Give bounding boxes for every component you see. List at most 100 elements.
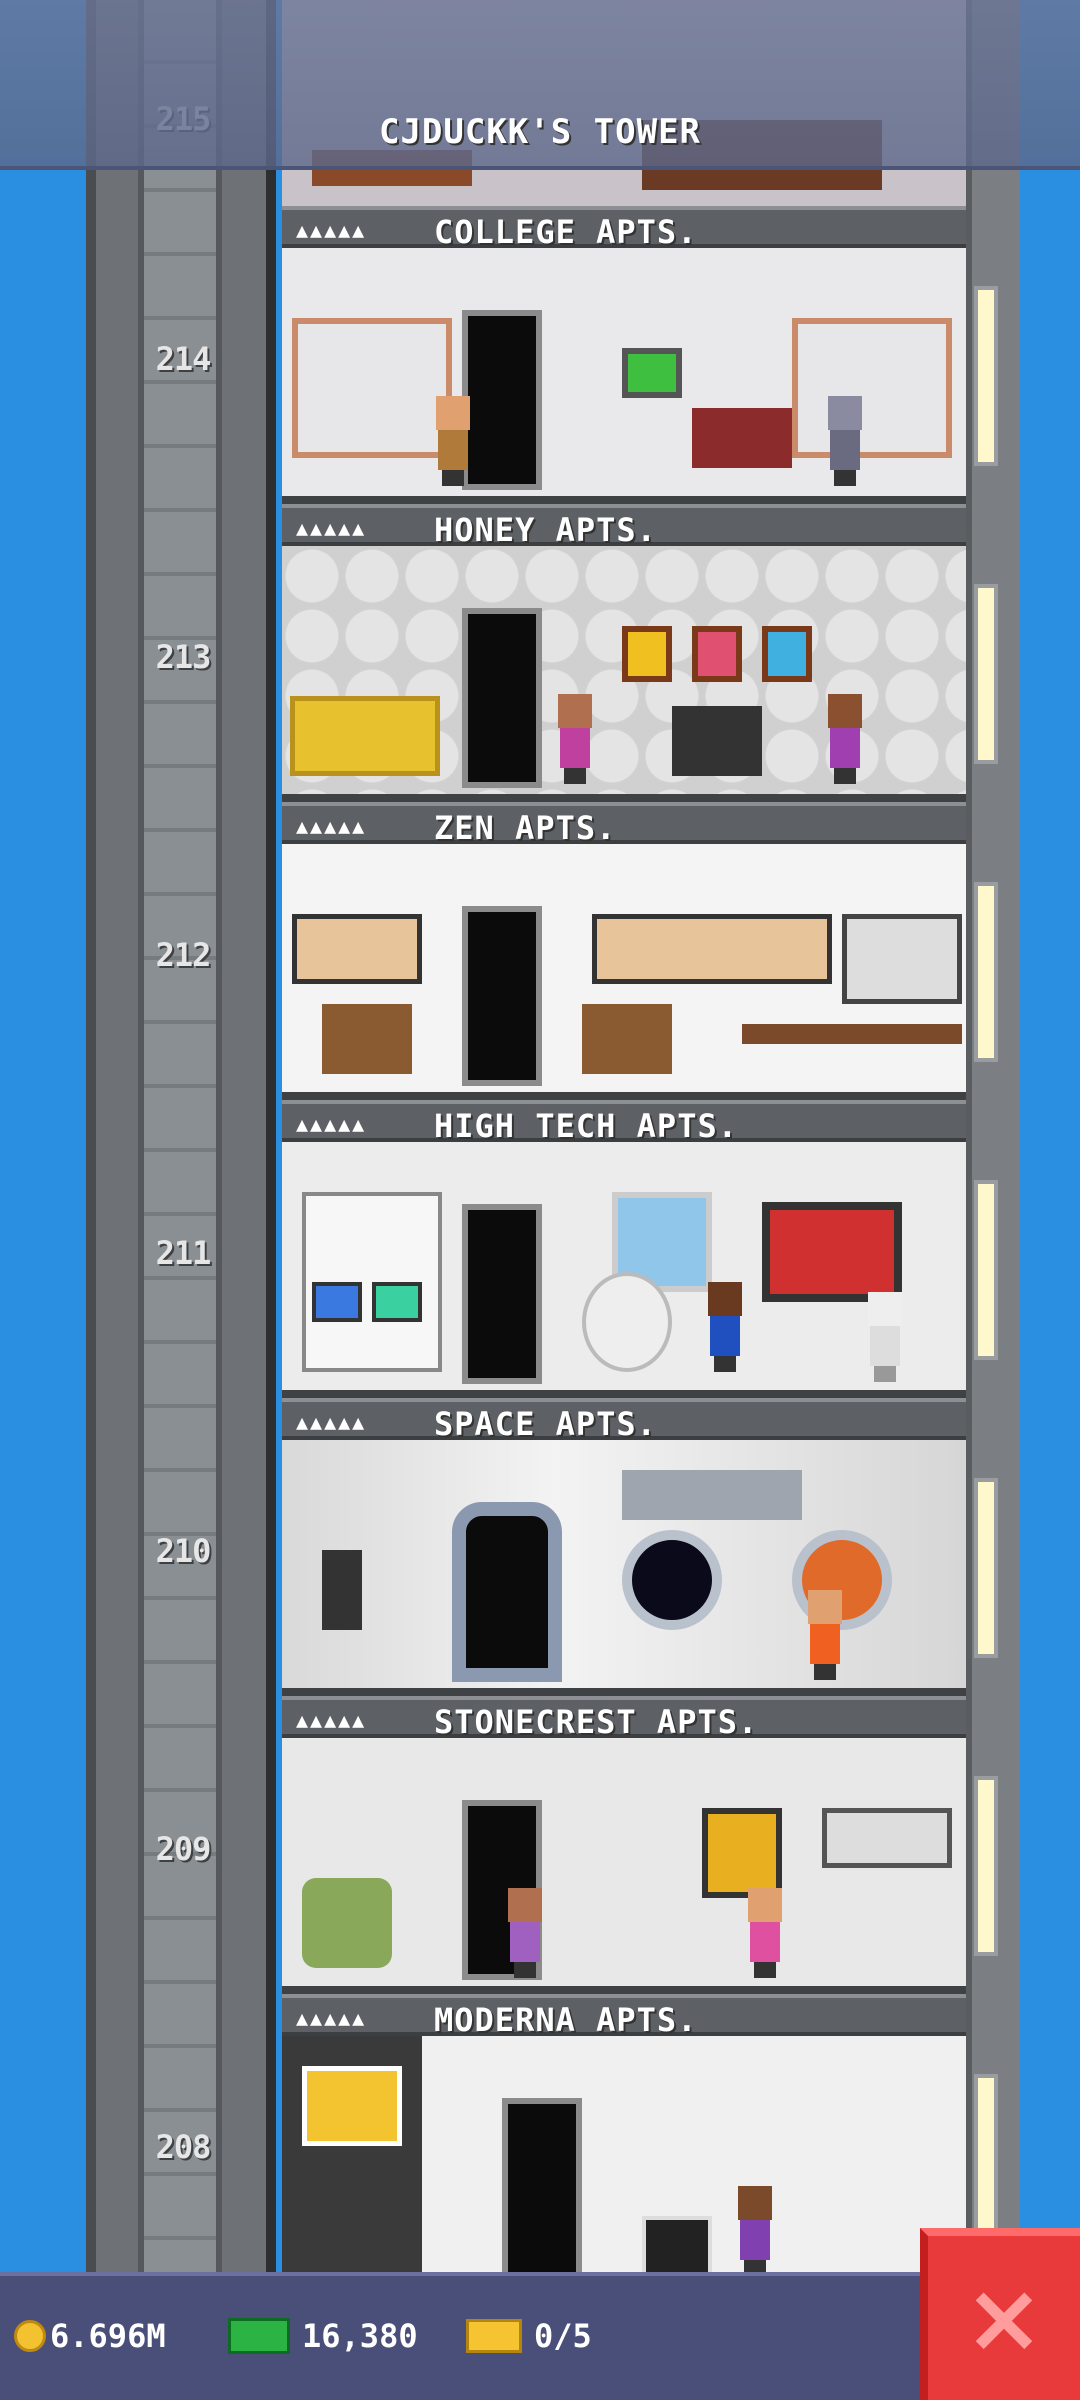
- bux-icon: [228, 2318, 290, 2354]
- floor-213[interactable]: ▲▲▲▲▲ HONEY APTS. 213: [86, 504, 1020, 802]
- floor-label-bar: ▲▲▲▲▲ SPACE APTS.: [282, 1398, 966, 1443]
- floor-window-light: [974, 286, 998, 466]
- floor-209[interactable]: ▲▲▲▲▲ STONECREST APTS. 209: [86, 1696, 1020, 1994]
- room-zen[interactable]: [282, 844, 966, 1100]
- occupants-indicator: ▲▲▲▲▲: [296, 2006, 367, 2030]
- floor-number: 209: [155, 1830, 212, 1868]
- floor-name: SPACE APTS.: [434, 1405, 657, 1443]
- control-panel: [322, 1550, 362, 1630]
- coin-icon: [14, 2320, 46, 2352]
- tower: 215 ▲▲▲▲▲ COLLEGE APTS. 214 ▲▲▲▲▲ HONEY …: [86, 0, 1020, 2284]
- porthole: [622, 1530, 722, 1630]
- floor-window-light: [974, 1776, 998, 1956]
- floor-window-light: [974, 882, 998, 1062]
- floor-number: 214: [155, 340, 212, 378]
- bux-value: 16,380: [302, 2317, 418, 2355]
- egg-chair: [582, 1272, 672, 1372]
- floor-number: 212: [155, 936, 212, 974]
- occupants-indicator: ▲▲▲▲▲: [296, 814, 367, 838]
- bux-stat[interactable]: 16,380: [228, 2316, 418, 2356]
- bitizen[interactable]: [552, 694, 598, 784]
- paper-window: [592, 914, 832, 984]
- picture-frame: [762, 626, 812, 682]
- paper-window: [292, 914, 422, 984]
- floor-label-bar: ▲▲▲▲▲ STONECREST APTS.: [282, 1696, 966, 1741]
- close-button[interactable]: ×: [920, 2228, 1080, 2400]
- room-high-tech[interactable]: [282, 1142, 966, 1398]
- floor-number: 213: [155, 638, 212, 676]
- apartment-door[interactable]: [462, 1204, 542, 1384]
- bunk-bed: [792, 318, 952, 458]
- floor-214[interactable]: ▲▲▲▲▲ COLLEGE APTS. 214: [86, 206, 1020, 504]
- big-screen: [762, 1202, 902, 1302]
- floor-label-bar: ▲▲▲▲▲ ZEN APTS.: [282, 802, 966, 847]
- coins-stat[interactable]: 6.696M: [14, 2316, 166, 2356]
- low-cabinet: [322, 1004, 412, 1074]
- room-space[interactable]: [282, 1440, 966, 1696]
- floor-212[interactable]: ▲▲▲▲▲ ZEN APTS. 212: [86, 802, 1020, 1100]
- bitizen[interactable]: [802, 1590, 848, 1680]
- occupants-indicator: ▲▲▲▲▲: [296, 1112, 367, 1136]
- wall-panel: [622, 1470, 802, 1520]
- floor-name: HIGH TECH APTS.: [434, 1107, 738, 1145]
- floor-211[interactable]: ▲▲▲▲▲ HIGH TECH APTS. 211: [86, 1100, 1020, 1398]
- bitizen[interactable]: [822, 396, 868, 486]
- mondrian-art: [302, 2066, 402, 2146]
- room-stonecrest[interactable]: [282, 1738, 966, 1994]
- floor-label-bar: ▲▲▲▲▲ COLLEGE APTS.: [282, 206, 966, 251]
- tv: [622, 348, 682, 398]
- coins-value: 6.696M: [50, 2317, 166, 2355]
- low-table: [742, 1024, 962, 1044]
- bitizen[interactable]: [822, 694, 868, 784]
- floor-label-bar: ▲▲▲▲▲ HIGH TECH APTS.: [282, 1100, 966, 1145]
- floor-label-bar: ▲▲▲▲▲ MODERNA APTS.: [282, 1994, 966, 2039]
- floor-name: STONECREST APTS.: [434, 1703, 759, 1741]
- apartment-door[interactable]: [462, 608, 542, 788]
- floor-name: HONEY APTS.: [434, 511, 657, 549]
- close-icon: ×: [963, 2262, 1045, 2374]
- floor-window-light: [974, 1180, 998, 1360]
- robot[interactable]: [862, 1292, 908, 1382]
- cabinet: [842, 914, 962, 1004]
- bitizen[interactable]: [742, 1888, 788, 1978]
- occupants-indicator: ▲▲▲▲▲: [296, 1708, 367, 1732]
- tower-title[interactable]: CJDUCKK'S TOWER: [0, 112, 1080, 152]
- bitizen[interactable]: [502, 1888, 548, 1978]
- tower-header: CJDUCKK'S TOWER: [0, 0, 1080, 170]
- floor-208[interactable]: ▲▲▲▲▲ MODERNA APTS. 208: [86, 1994, 1020, 2292]
- picture-frame: [622, 626, 672, 682]
- bitizen[interactable]: [732, 2186, 778, 2276]
- apartment-door[interactable]: [502, 2098, 582, 2276]
- occupants-indicator: ▲▲▲▲▲: [296, 218, 367, 242]
- room-honey[interactable]: [282, 546, 966, 802]
- floor-window-light: [974, 584, 998, 764]
- bitizen[interactable]: [702, 1282, 748, 1372]
- ticket-icon: [466, 2319, 522, 2353]
- occupants-indicator: ▲▲▲▲▲: [296, 516, 367, 540]
- apartment-door[interactable]: [452, 1502, 562, 1682]
- tickets-value: 0/5: [534, 2317, 592, 2355]
- monitor: [372, 1282, 422, 1322]
- bunk-bed: [292, 318, 452, 458]
- tickets-stat[interactable]: 0/5: [466, 2316, 592, 2356]
- black-armchair: [672, 706, 762, 776]
- floor-name: COLLEGE APTS.: [434, 213, 698, 251]
- occupants-indicator: ▲▲▲▲▲: [296, 1410, 367, 1434]
- room-moderna[interactable]: [282, 2036, 966, 2284]
- floor-name: ZEN APTS.: [434, 809, 617, 847]
- apartment-door[interactable]: [462, 906, 542, 1086]
- room-college[interactable]: [282, 248, 966, 504]
- cabinet: [822, 1808, 952, 1868]
- picture-frame: [692, 626, 742, 682]
- low-cabinet: [582, 1004, 672, 1074]
- currency-bar: 6.696M 16,380 0/5: [0, 2272, 920, 2400]
- green-armchair: [302, 1878, 392, 1968]
- floor-name: MODERNA APTS.: [434, 2001, 698, 2039]
- yellow-sofa: [290, 696, 440, 776]
- framed-art: [702, 1808, 782, 1898]
- floor-window-light: [974, 1478, 998, 1658]
- floor-window-light: [974, 2074, 998, 2254]
- floor-210[interactable]: ▲▲▲▲▲ SPACE APTS. 210: [86, 1398, 1020, 1696]
- bitizen[interactable]: [430, 396, 476, 486]
- floor-label-bar: ▲▲▲▲▲ HONEY APTS.: [282, 504, 966, 549]
